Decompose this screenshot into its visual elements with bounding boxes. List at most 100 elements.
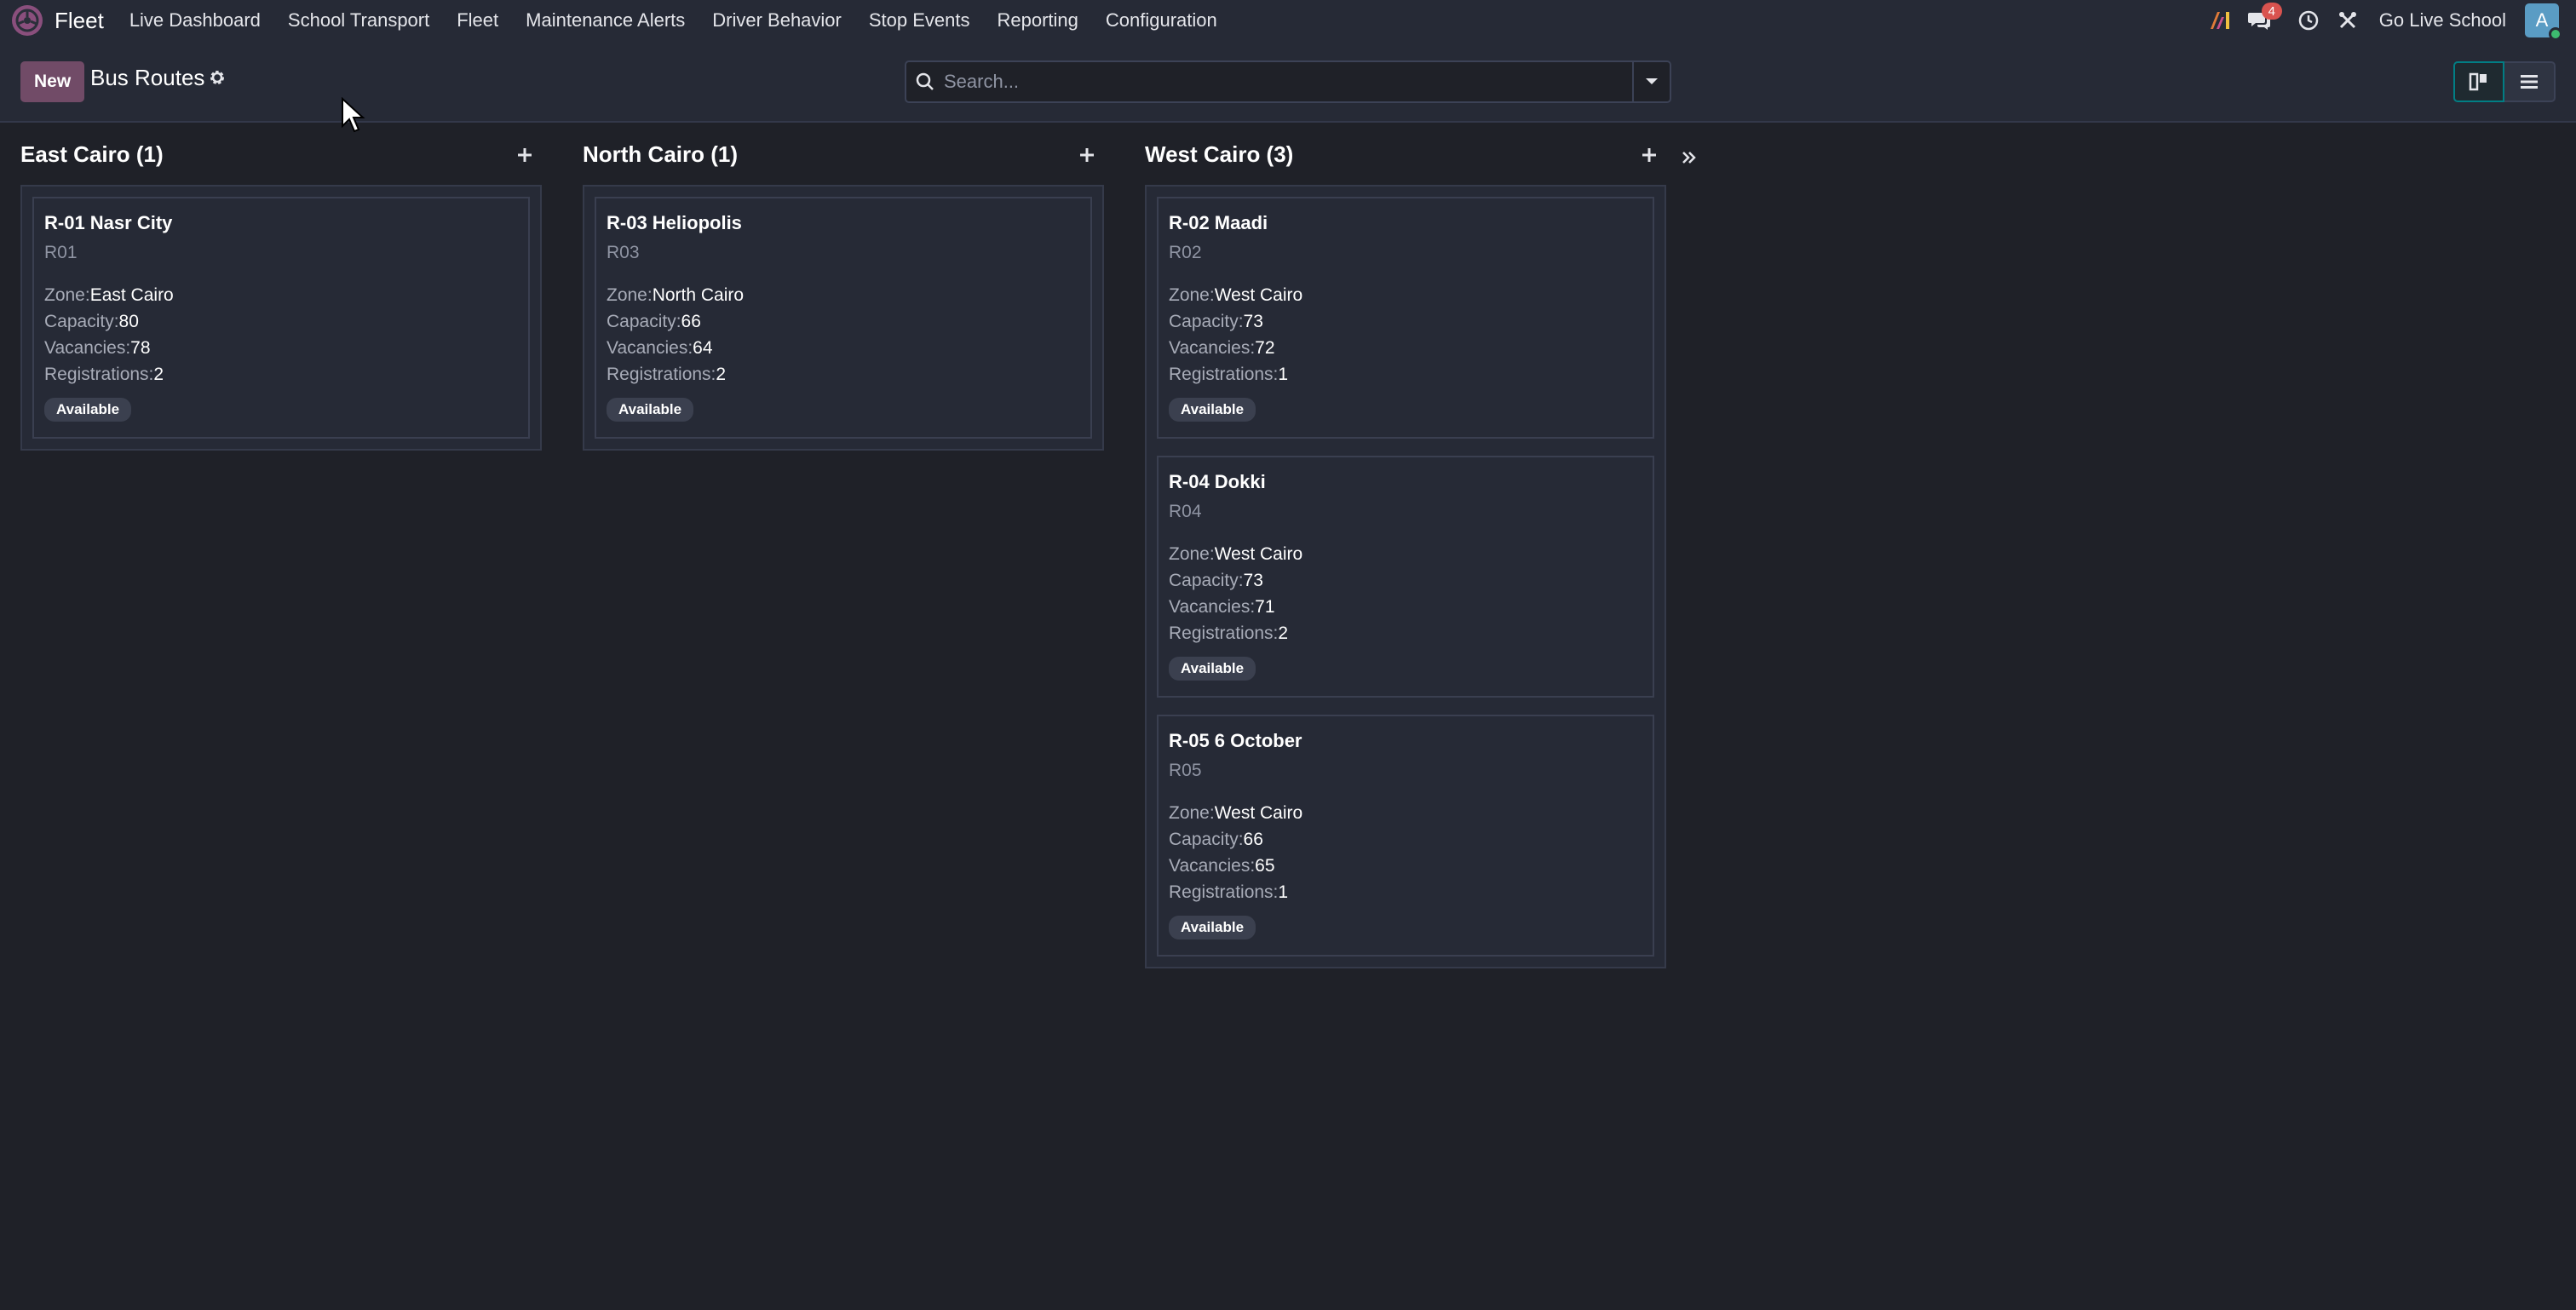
registrations-value: 2 — [153, 365, 164, 384]
zone-value: West Cairo — [1214, 803, 1303, 823]
menu-configuration[interactable]: Configuration — [1106, 9, 1217, 32]
field-label: Capacity: — [1169, 830, 1244, 849]
control-panel: New Bus Routes — [0, 41, 2576, 123]
list-view-button[interactable] — [2504, 61, 2556, 102]
online-status-dot — [2549, 27, 2562, 41]
kanban-view-button[interactable] — [2453, 61, 2504, 102]
route-card[interactable]: R-04 Dokki R04 Zone:West Cairo Capacity:… — [1157, 456, 1654, 698]
field-label: Registrations: — [1169, 882, 1279, 902]
menu-school-transport[interactable]: School Transport — [288, 9, 429, 32]
plus-icon[interactable] — [515, 145, 535, 165]
plus-icon[interactable] — [1077, 145, 1097, 165]
capacity-value: 80 — [118, 312, 139, 331]
field-label: Capacity: — [1169, 571, 1244, 590]
vacancies-field: Vacancies:64 — [607, 335, 1080, 361]
route-code: R03 — [607, 243, 640, 262]
kanban-column-north-cairo: North Cairo (1) R-03 Heliopolis R03 Zone… — [583, 141, 1104, 451]
route-code: R01 — [44, 243, 78, 262]
ai-assistant-icon[interactable] — [2207, 8, 2233, 33]
column-header: North Cairo (1) — [583, 141, 1104, 168]
field-label: Vacancies: — [607, 338, 693, 358]
route-card[interactable]: R-03 Heliopolis R03 Zone:North Cairo Cap… — [595, 197, 1092, 439]
field-label: Registrations: — [44, 365, 154, 384]
menu-stop-events[interactable]: Stop Events — [869, 9, 970, 32]
registrations-field: Registrations:1 — [1169, 361, 1642, 388]
list-view-icon — [2521, 75, 2538, 89]
kanban-column-west-cairo: West Cairo (3) R-02 Maadi R02 Zone:West … — [1145, 141, 1666, 968]
capacity-field: Capacity:73 — [1169, 308, 1642, 335]
zone-value: West Cairo — [1214, 285, 1303, 305]
field-label: Capacity: — [44, 312, 119, 331]
registrations-value: 1 — [1278, 365, 1289, 384]
app-name[interactable]: Fleet — [55, 8, 104, 34]
menu-driver-behavior[interactable]: Driver Behavior — [712, 9, 842, 32]
zone-field: Zone:East Cairo — [44, 282, 518, 308]
capacity-value: 73 — [1243, 312, 1263, 331]
column-title[interactable]: East Cairo (1) — [20, 141, 164, 168]
field-label: Zone: — [1169, 803, 1215, 823]
registrations-field: Registrations:2 — [607, 361, 1080, 388]
route-code: R05 — [1169, 761, 1202, 780]
zone-field: Zone:North Cairo — [607, 282, 1080, 308]
fleet-app-icon[interactable] — [10, 3, 44, 37]
column-body: R-01 Nasr City R01 Zone:East Cairo Capac… — [20, 185, 542, 451]
kanban-board: East Cairo (1) R-01 Nasr City R01 Zone:E… — [20, 141, 1702, 968]
zone-field: Zone:West Cairo — [1169, 541, 1642, 567]
search-input[interactable] — [944, 63, 1632, 101]
capacity-field: Capacity:66 — [1169, 826, 1642, 853]
messages-icon[interactable]: 4 — [2246, 3, 2282, 33]
company-switcher[interactable]: Go Live School — [2379, 9, 2506, 32]
field-label: Zone: — [1169, 544, 1215, 564]
route-name: R-02 Maadi — [1169, 212, 1268, 233]
capacity-value: 73 — [1243, 571, 1263, 590]
column-body: R-02 Maadi R02 Zone:West Cairo Capacity:… — [1145, 185, 1666, 968]
caret-down-icon — [1646, 78, 1658, 84]
top-navbar: Fleet Live Dashboard School Transport Fl… — [0, 0, 2576, 41]
menu-maintenance-alerts[interactable]: Maintenance Alerts — [526, 9, 685, 32]
search-bar — [905, 60, 1671, 103]
user-avatar[interactable]: A — [2525, 3, 2562, 41]
status-badge: Available — [1169, 916, 1256, 939]
route-card[interactable]: R-05 6 October R05 Zone:West Cairo Capac… — [1157, 715, 1654, 957]
field-label: Capacity: — [607, 312, 681, 331]
route-code: R04 — [1169, 502, 1202, 521]
status-badge: Available — [1169, 398, 1256, 422]
field-label: Zone: — [1169, 285, 1215, 305]
field-label: Registrations: — [1169, 365, 1279, 384]
new-button[interactable]: New — [20, 61, 85, 102]
status-badge: Available — [44, 398, 132, 422]
registrations-field: Registrations:2 — [44, 361, 518, 388]
column-title[interactable]: West Cairo (3) — [1145, 141, 1293, 168]
route-card[interactable]: R-02 Maadi R02 Zone:West Cairo Capacity:… — [1157, 197, 1654, 439]
route-name: R-04 Dokki — [1169, 471, 1266, 492]
column-header: West Cairo (3) — [1145, 141, 1666, 168]
view-switcher — [2453, 61, 2556, 102]
menu-fleet[interactable]: Fleet — [457, 9, 498, 32]
vacancies-value: 72 — [1255, 338, 1275, 358]
column-header: East Cairo (1) — [20, 141, 542, 168]
menu-live-dashboard[interactable]: Live Dashboard — [129, 9, 261, 32]
plus-icon[interactable] — [1639, 145, 1659, 165]
capacity-field: Capacity:80 — [44, 308, 518, 335]
route-name: R-01 Nasr City — [44, 212, 173, 233]
vacancies-value: 71 — [1255, 597, 1275, 617]
status-badge: Available — [607, 398, 694, 422]
vacancies-field: Vacancies:72 — [1169, 335, 1642, 361]
gear-icon[interactable] — [206, 66, 228, 89]
clock-icon[interactable] — [2296, 8, 2321, 33]
field-label: Vacancies: — [1169, 856, 1256, 876]
field-label: Vacancies: — [1169, 597, 1256, 617]
route-card[interactable]: R-01 Nasr City R01 Zone:East Cairo Capac… — [32, 197, 530, 439]
capacity-value: 66 — [681, 312, 701, 331]
registrations-value: 1 — [1278, 882, 1289, 902]
search-options-toggle[interactable] — [1632, 62, 1670, 101]
menu-reporting[interactable]: Reporting — [998, 9, 1078, 32]
double-chevron-right-icon[interactable] — [1676, 145, 1702, 170]
zone-value: North Cairo — [652, 285, 745, 305]
zone-field: Zone:West Cairo — [1169, 800, 1642, 826]
debug-tools-icon[interactable] — [2335, 8, 2360, 33]
vacancies-field: Vacancies:78 — [44, 335, 518, 361]
field-label: Registrations: — [1169, 623, 1279, 643]
column-body: R-03 Heliopolis R03 Zone:North Cairo Cap… — [583, 185, 1104, 451]
column-title[interactable]: North Cairo (1) — [583, 141, 738, 168]
